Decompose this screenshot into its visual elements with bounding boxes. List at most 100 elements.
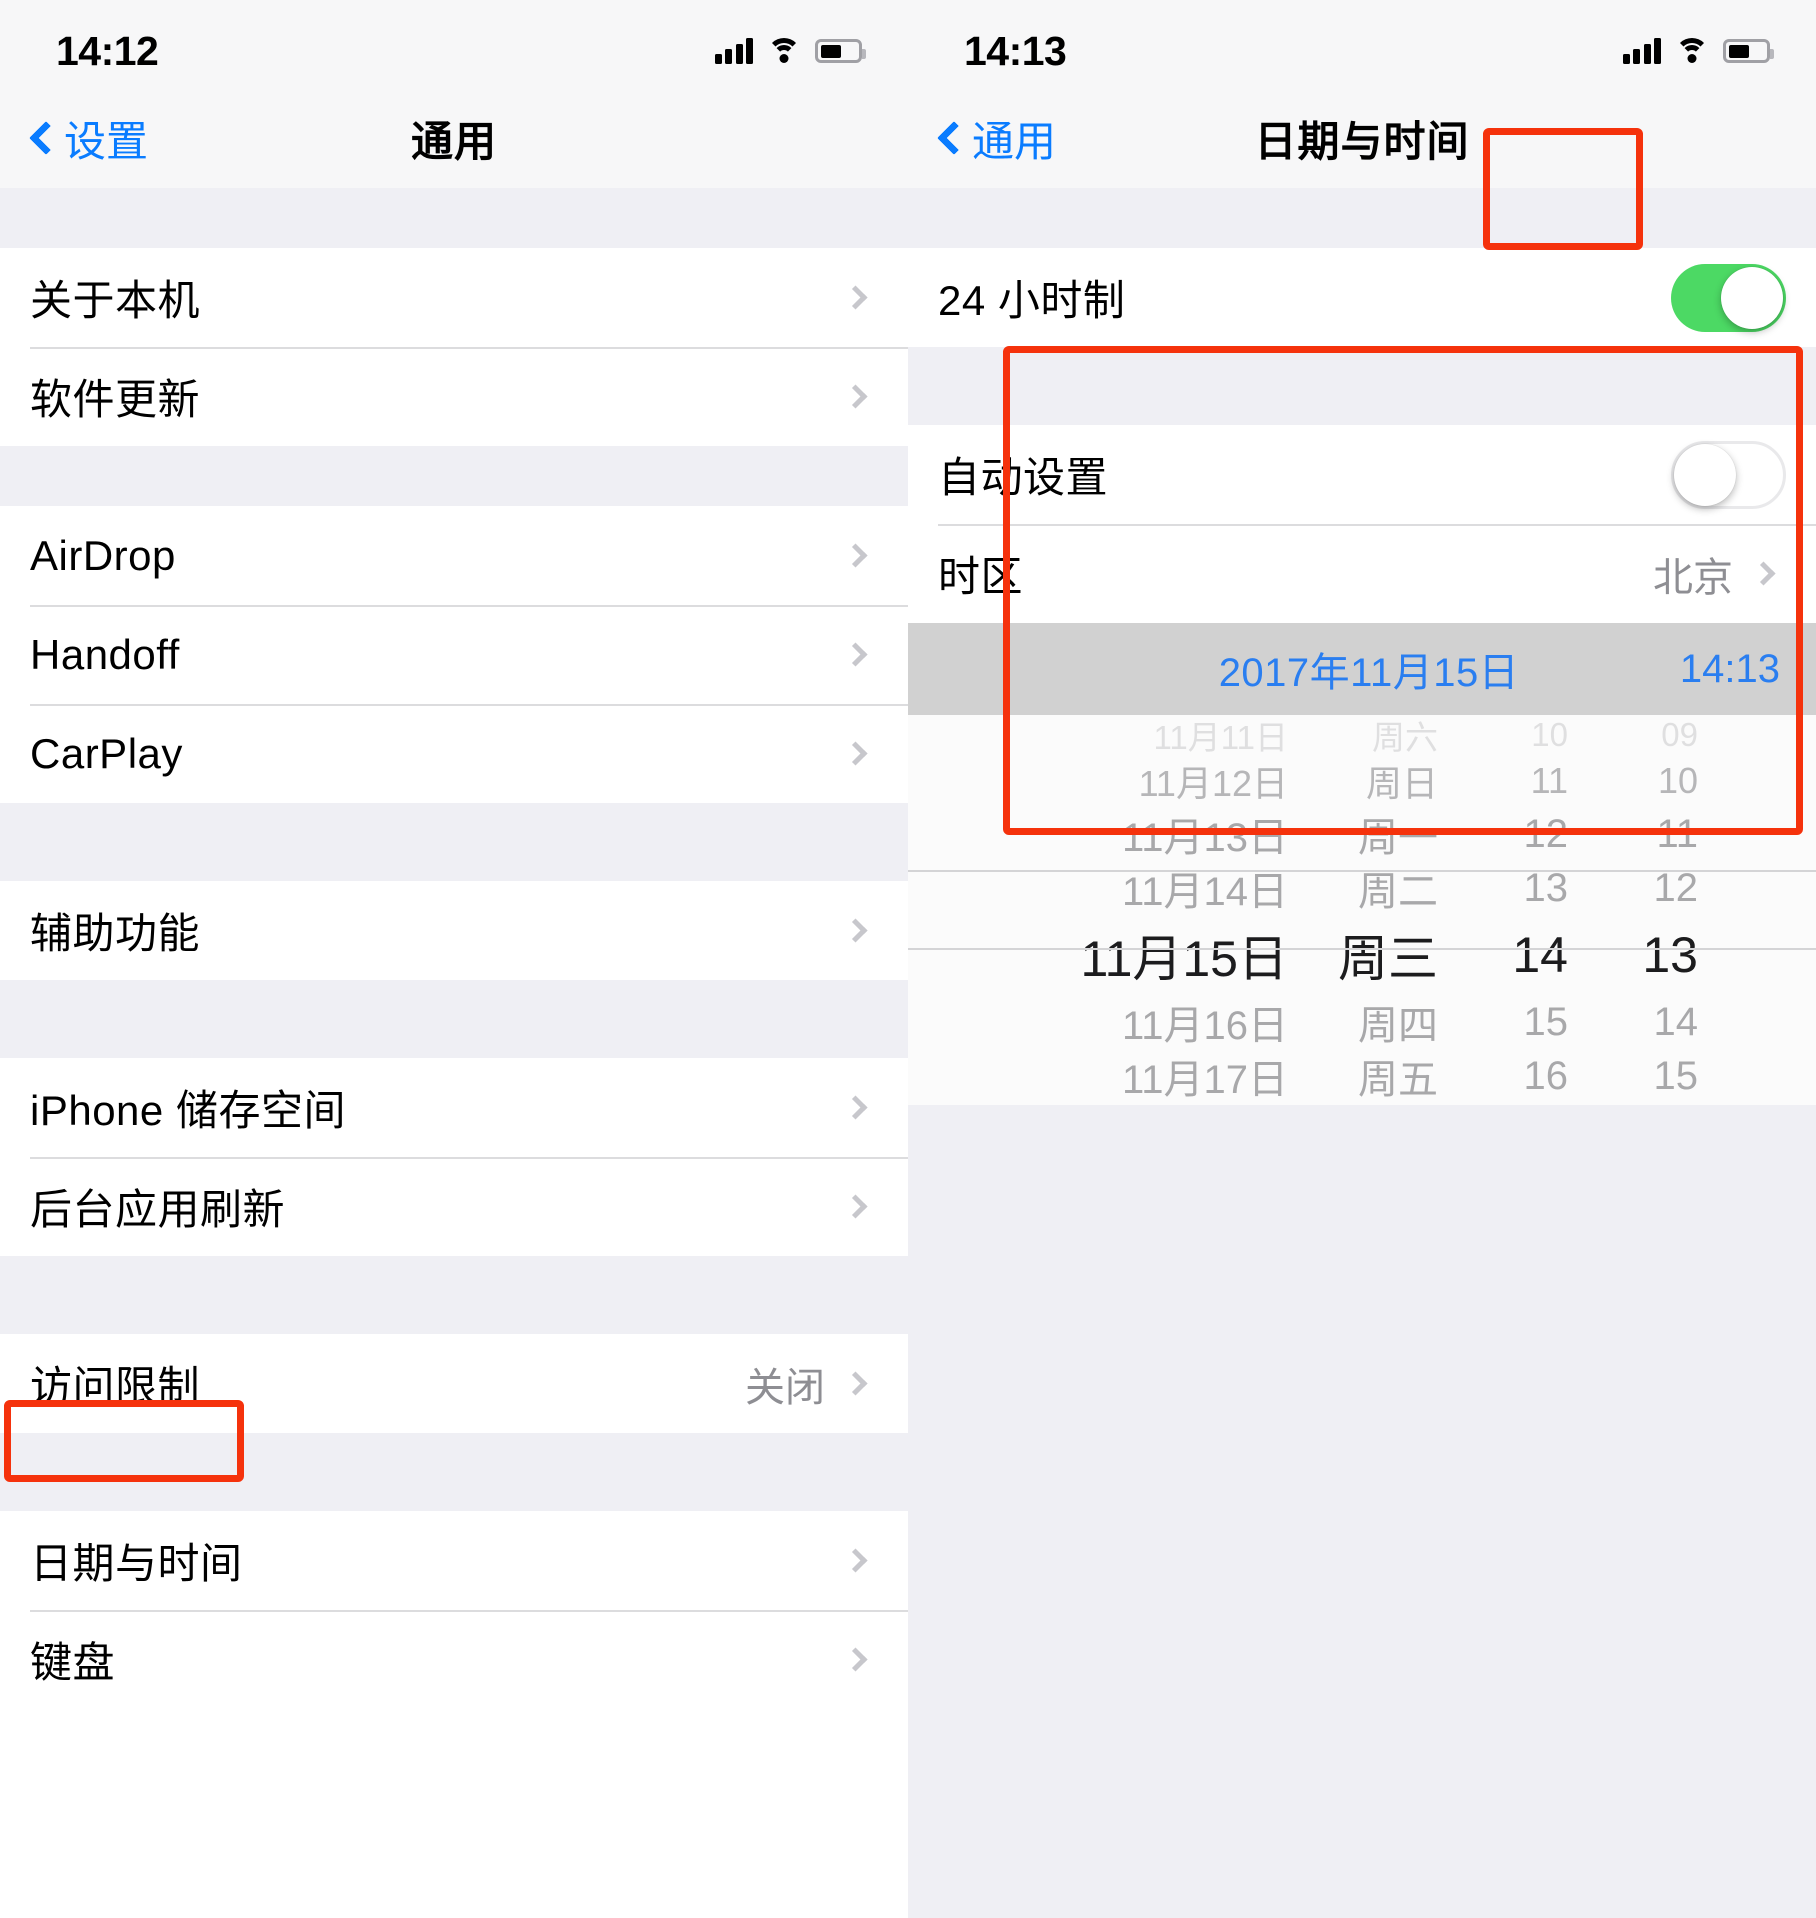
section-gap (0, 1256, 908, 1334)
back-button-general[interactable]: 通用 (937, 108, 1056, 169)
picker-cell-minute: 15 (1653, 1053, 1699, 1098)
picker-row[interactable]: 11月13日 周一 12 11 (908, 807, 1816, 861)
picker-row[interactable]: 11月12日 周日 11 10 (908, 755, 1816, 807)
chevron-right-icon (843, 741, 868, 766)
picker-cell-weekday: 周三 (1338, 931, 1438, 987)
chevron-right-icon (843, 1548, 868, 1573)
picker-row[interactable]: 11月18日 周六 17 16 (908, 1103, 1816, 1105)
sidebar-item-software-update[interactable]: 软件更新 (0, 347, 908, 446)
wifi-icon (767, 38, 801, 64)
row-label: AirDrop (30, 531, 176, 579)
dual-screenshot-container: 14:12 设置 通用 关于本机 软件更新 AirDrop Handoff Ca… (0, 0, 1816, 1918)
row-label: 时区 (938, 553, 1024, 600)
row-time-zone[interactable]: 时区 北京 (908, 524, 1816, 623)
picker-wheels[interactable]: 11月11日 周六 10 09 11月12日 周日 11 10 11月13日 周… (908, 715, 1816, 1105)
chevron-right-icon (843, 1647, 868, 1672)
sidebar-item-handoff[interactable]: Handoff (0, 605, 908, 704)
status-time: 14:12 (56, 27, 159, 74)
picker-cell-weekday: 周六 (1372, 719, 1438, 756)
sidebar-item-keyboard[interactable]: 键盘 (0, 1610, 908, 1709)
chevron-right-icon (843, 918, 868, 943)
picker-cell-minute: 16 (1568, 1104, 1698, 1105)
settings-group-storage: iPhone 储存空间 后台应用刷新 (0, 1058, 908, 1256)
row-24-hour-time[interactable]: 24 小时制 (908, 248, 1816, 347)
picker-row[interactable]: 11月17日 周五 16 15 (908, 1049, 1816, 1103)
bottom-filler (908, 1105, 1816, 1918)
picker-cell-hour: 14 (1512, 927, 1568, 983)
picker-cell-hour: 11 (1530, 760, 1568, 801)
picker-cell-minute: 13 (1642, 927, 1698, 983)
chevron-left-icon (29, 121, 63, 155)
status-indicators (714, 38, 866, 64)
back-button-settings[interactable]: 设置 (29, 108, 149, 169)
settings-group-restrictions: 访问限制 关闭 (0, 1334, 908, 1433)
status-indicators (1622, 38, 1774, 64)
picker-cell-date: 11月15日 (1080, 931, 1288, 987)
picker-cell-date: 11月18日 (958, 1099, 1288, 1105)
date-time-picker[interactable]: 2017年11月15日 14:13 11月11日 周六 10 09 11月12日… (908, 623, 1816, 1105)
picker-cell-hour: 13 (1523, 865, 1569, 910)
chevron-right-icon (843, 642, 868, 667)
chevron-right-icon (843, 1194, 868, 1219)
cellular-signal-icon (1622, 38, 1661, 64)
chevron-right-icon (843, 285, 868, 310)
wifi-icon (1675, 38, 1709, 64)
toggle-24-hour-time[interactable] (1671, 263, 1786, 332)
picker-row[interactable]: 11月11日 周六 10 09 (908, 715, 1816, 756)
section-gap (908, 188, 1816, 248)
nav-bar-left: 设置 通用 (0, 88, 908, 188)
picker-cell-weekday: 周六 (1288, 1099, 1438, 1105)
battery-icon (1723, 39, 1774, 63)
picker-cell-date: 11月13日 (1121, 816, 1288, 860)
picker-cell-minute: 12 (1653, 865, 1699, 910)
sidebar-item-background-app-refresh[interactable]: 后台应用刷新 (0, 1157, 908, 1256)
picker-cell-date: 11月14日 (1121, 870, 1288, 914)
picker-cell-weekday: 周二 (1358, 870, 1438, 914)
picker-header: 2017年11月15日 14:13 (908, 623, 1816, 715)
toggle-set-automatically[interactable] (1671, 440, 1786, 509)
status-bar-left: 14:12 (0, 0, 908, 88)
section-gap (0, 446, 908, 506)
sidebar-item-carplay[interactable]: CarPlay (0, 704, 908, 803)
picker-cell-hour: 10 (1531, 716, 1568, 753)
sidebar-item-restrictions[interactable]: 访问限制 关闭 (0, 1334, 908, 1433)
left-screen-general-settings: 14:12 设置 通用 关于本机 软件更新 AirDrop Handoff Ca… (0, 0, 908, 1918)
row-label: Handoff (30, 630, 180, 678)
picker-cell-minute: 11 (1656, 811, 1698, 856)
picker-cell-date: 11月17日 (1121, 1058, 1288, 1102)
chevron-left-icon (937, 121, 971, 155)
battery-icon (815, 39, 866, 63)
section-gap (0, 980, 908, 1058)
row-label: 自动设置 (938, 454, 1109, 501)
picker-row-selected[interactable]: 11月15日 周三 14 13 (908, 915, 1816, 995)
chevron-right-icon (1751, 561, 1776, 586)
sidebar-item-about[interactable]: 关于本机 (0, 248, 908, 347)
picker-cell-weekday: 周日 (1365, 763, 1438, 804)
row-set-automatically[interactable]: 自动设置 (908, 425, 1816, 524)
picker-cell-weekday: 周一 (1358, 816, 1438, 860)
sidebar-item-accessibility[interactable]: 辅助功能 (0, 881, 908, 980)
row-label: 访问限制 (30, 1363, 201, 1410)
chevron-right-icon (843, 1371, 868, 1396)
sidebar-item-iphone-storage[interactable]: iPhone 储存空间 (0, 1058, 908, 1157)
sidebar-item-date-and-time[interactable]: 日期与时间 (0, 1511, 908, 1610)
row-label: 软件更新 (30, 376, 201, 423)
picker-header-date: 2017年11月15日 (1218, 651, 1520, 695)
picker-row[interactable]: 11月16日 周四 15 14 (908, 995, 1816, 1049)
status-time: 14:13 (964, 27, 1067, 74)
picker-cell-hour: 12 (1523, 811, 1569, 856)
picker-cell-minute: 14 (1653, 999, 1699, 1044)
status-bar-right: 14:13 (908, 0, 1816, 88)
settings-group-24hour: 24 小时制 (908, 248, 1816, 347)
row-label: 键盘 (30, 1639, 116, 1686)
picker-row[interactable]: 11月14日 周二 13 12 (908, 861, 1816, 915)
chevron-right-icon (843, 543, 868, 568)
picker-cell-date: 11月16日 (1121, 1004, 1288, 1048)
sidebar-item-airdrop[interactable]: AirDrop (0, 506, 908, 605)
nav-bar-right: 通用 日期与时间 (908, 88, 1816, 188)
back-button-label: 设置 (64, 117, 149, 165)
picker-header-time: 14:13 (1679, 646, 1780, 691)
section-gap (0, 188, 908, 248)
chevron-right-icon (843, 384, 868, 409)
picker-cell-weekday: 周五 (1358, 1058, 1438, 1102)
